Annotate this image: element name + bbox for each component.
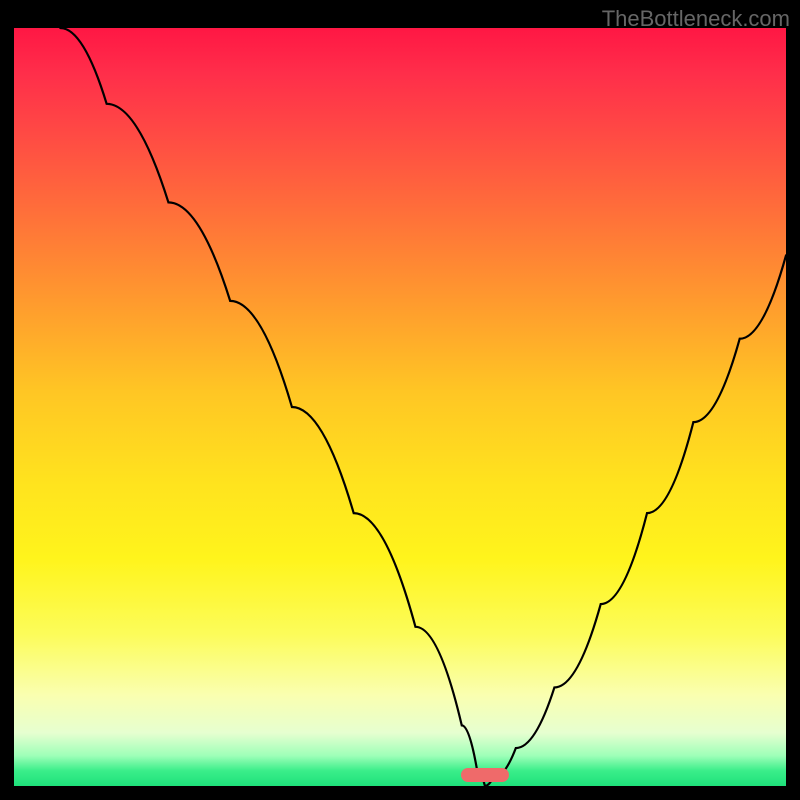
watermark-text: TheBottleneck.com <box>602 6 790 32</box>
chart-frame: TheBottleneck.com <box>0 0 800 800</box>
optimal-point-marker <box>461 768 509 782</box>
bottleneck-curve <box>14 28 786 786</box>
plot-area <box>14 28 786 786</box>
